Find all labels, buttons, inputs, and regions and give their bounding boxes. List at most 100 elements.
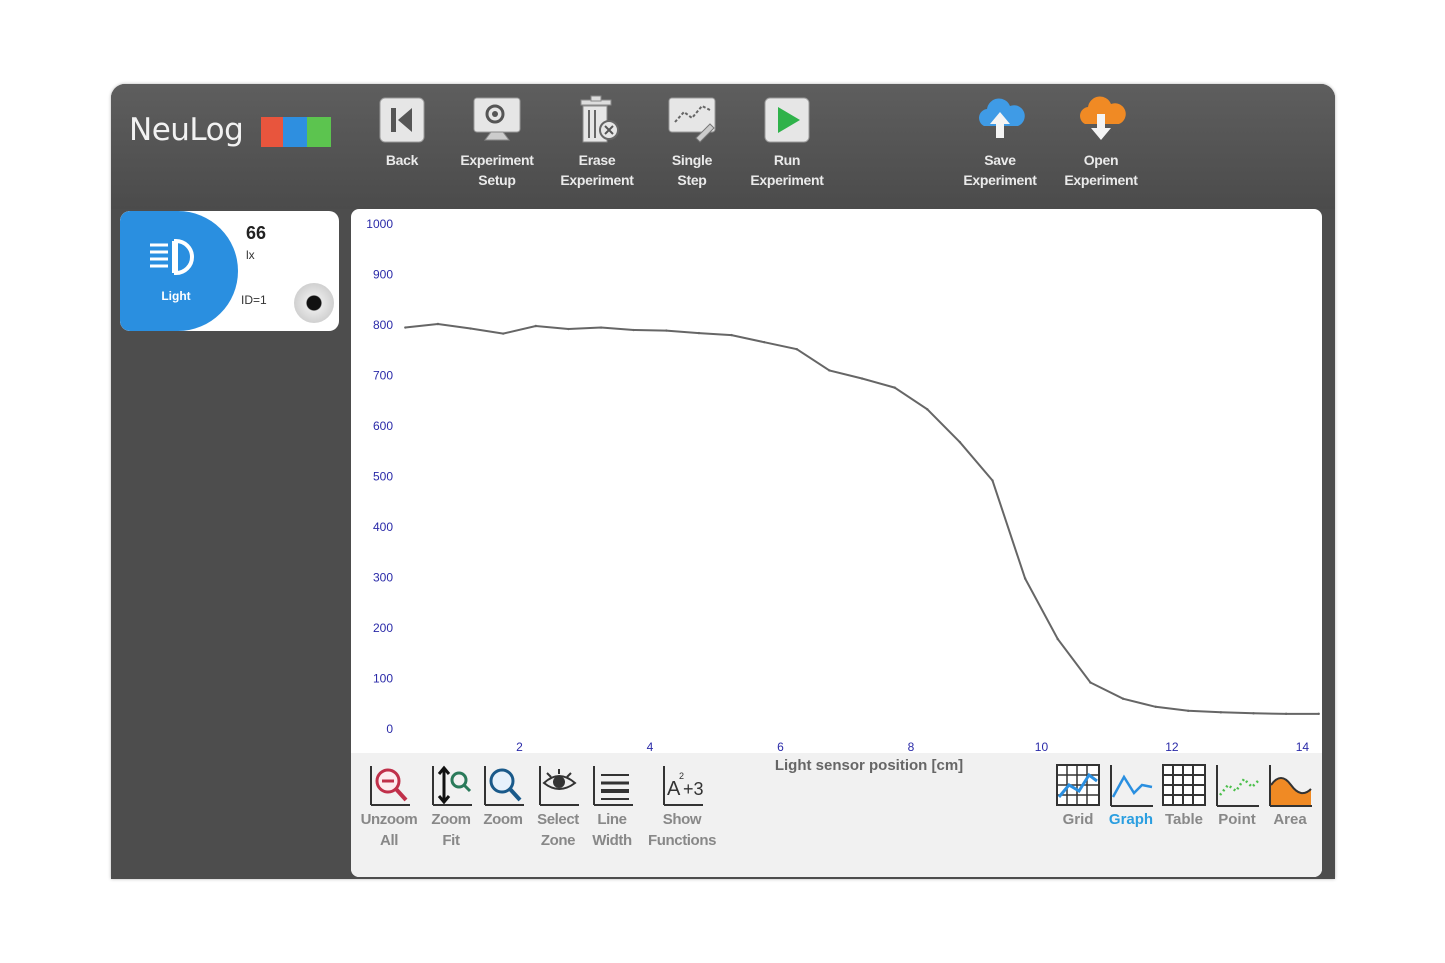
graph-icon: [1110, 765, 1153, 807]
data-point: [1252, 712, 1255, 715]
table-icon: [1162, 764, 1206, 806]
functions-icon: A 2 +3: [663, 766, 704, 806]
unzoom-all-button[interactable]: Unzoom All: [355, 763, 423, 851]
data-point: [1284, 712, 1288, 716]
y-tick-label: 300: [373, 571, 393, 585]
data-point: [567, 327, 570, 331]
x-tick-label: 4: [647, 740, 654, 754]
x-tick-label: 14: [1296, 740, 1310, 754]
y-tick-label: 100: [373, 672, 393, 686]
data-point: [762, 340, 766, 344]
grid-icon: [1056, 764, 1100, 806]
zoom-button[interactable]: Zoom: [479, 763, 527, 830]
x-tick-label: 10: [1035, 740, 1049, 754]
sensor-badge: Light: [120, 211, 238, 331]
back-icon: [379, 97, 425, 143]
data-point: [665, 329, 668, 332]
data-point: [404, 326, 407, 329]
sensor-status-indicator[interactable]: [294, 283, 334, 323]
data-point: [1187, 709, 1190, 713]
x-tick-labels: 2 4 6 8 10 12 14: [516, 740, 1310, 754]
data-point: [730, 333, 733, 337]
save-experiment-button[interactable]: Save Experiment: [950, 94, 1050, 190]
data-point: [469, 327, 472, 330]
data-point: [958, 440, 962, 444]
x-tick-label: 8: [908, 740, 915, 754]
select-zone-button[interactable]: Select Zone: [531, 763, 585, 851]
y-tick-label: 700: [373, 369, 393, 383]
data-point: [1154, 705, 1157, 708]
data-point: [1056, 637, 1059, 641]
logo-blocks-icon: [261, 117, 331, 147]
data-point: [991, 479, 994, 482]
point-view-button[interactable]: Point: [1211, 763, 1263, 830]
erase-experiment-button[interactable]: Erase Experiment: [547, 94, 647, 190]
light-sensor-module[interactable]: Light 66 lx ID=1: [120, 211, 339, 331]
data-point: [828, 369, 831, 372]
data-point: [1089, 681, 1092, 684]
data-point: [1219, 711, 1223, 714]
light-icon: [150, 238, 194, 276]
x-tick-label: 6: [777, 740, 784, 754]
data-point: [501, 332, 505, 335]
zoom-fit-icon: [432, 765, 472, 806]
data-point: [436, 322, 440, 326]
single-step-icon: [668, 97, 716, 143]
unzoom-icon: [370, 766, 410, 806]
line-width-icon: [593, 766, 633, 806]
y-tick-label: 600: [373, 419, 393, 433]
point-icon: [1216, 765, 1259, 807]
sensor-unit: lx: [246, 248, 255, 262]
area-icon: [1269, 765, 1312, 807]
single-step-button[interactable]: Single Step: [642, 94, 742, 190]
data-point: [534, 324, 538, 328]
y-tick-label: 900: [373, 268, 393, 282]
data-point: [1023, 577, 1027, 580]
data-point: [926, 408, 929, 411]
data-point: [860, 377, 864, 380]
experiment-setup-button[interactable]: Experiment Setup: [447, 94, 547, 190]
neulog-app-window: NeuLog Back Experiment Setup Erase Exper…: [111, 84, 1335, 879]
graph-panel: 0 100 200 300 400 500 600 700 800 900 1000 2 4 6 8 10 1…: [351, 209, 1322, 877]
sensor-name: Light: [161, 289, 191, 303]
data-point: [1317, 712, 1320, 716]
graph-view-button[interactable]: Graph: [1105, 763, 1157, 830]
svg-text:+3: +3: [683, 779, 704, 799]
open-experiment-button[interactable]: Open Experiment: [1051, 94, 1151, 190]
zoom-icon: [484, 766, 524, 806]
eye-icon: [539, 766, 579, 806]
y-tick-label: 800: [373, 318, 393, 332]
sensor-id: ID=1: [241, 293, 267, 307]
table-view-button[interactable]: Table: [1158, 763, 1210, 830]
data-point: [599, 326, 603, 329]
back-button[interactable]: Back: [352, 94, 452, 170]
show-functions-button[interactable]: A 2 +3 Show Functions: [641, 763, 723, 851]
run-icon: [764, 97, 810, 143]
y-tick-label: 0: [386, 722, 393, 736]
cloud-upload-icon: [979, 98, 1025, 138]
run-experiment-button[interactable]: Run Experiment: [737, 94, 837, 190]
x-tick-label: 2: [516, 740, 523, 754]
data-point: [893, 386, 896, 389]
data-point: [697, 331, 701, 335]
area-view-button[interactable]: Area: [1264, 763, 1316, 830]
grid-view-button[interactable]: Grid: [1052, 763, 1104, 830]
zoom-fit-button[interactable]: Zoom Fit: [425, 763, 477, 851]
line-width-button[interactable]: Line Width: [587, 763, 637, 851]
data-point: [632, 328, 635, 332]
y-tick-label: 400: [373, 520, 393, 534]
erase-icon: [580, 95, 619, 143]
experiment-setup-icon: [473, 97, 521, 141]
x-tick-label: 12: [1165, 740, 1179, 754]
data-point: [795, 348, 798, 351]
series-line: [405, 322, 1319, 715]
data-point: [1121, 697, 1125, 700]
top-toolbar: NeuLog Back Experiment Setup Erase Exper…: [111, 84, 1335, 209]
sensor-value: 66: [246, 223, 267, 243]
light-chart[interactable]: 0 100 200 300 400 500 600 700 800 900 1000: [351, 209, 1322, 753]
neulog-logo: NeuLog: [129, 112, 244, 148]
cloud-download-icon: [1080, 96, 1126, 140]
y-tick-label: 500: [373, 470, 393, 484]
y-tick-label: 200: [373, 621, 393, 635]
svg-text:A: A: [667, 778, 681, 800]
